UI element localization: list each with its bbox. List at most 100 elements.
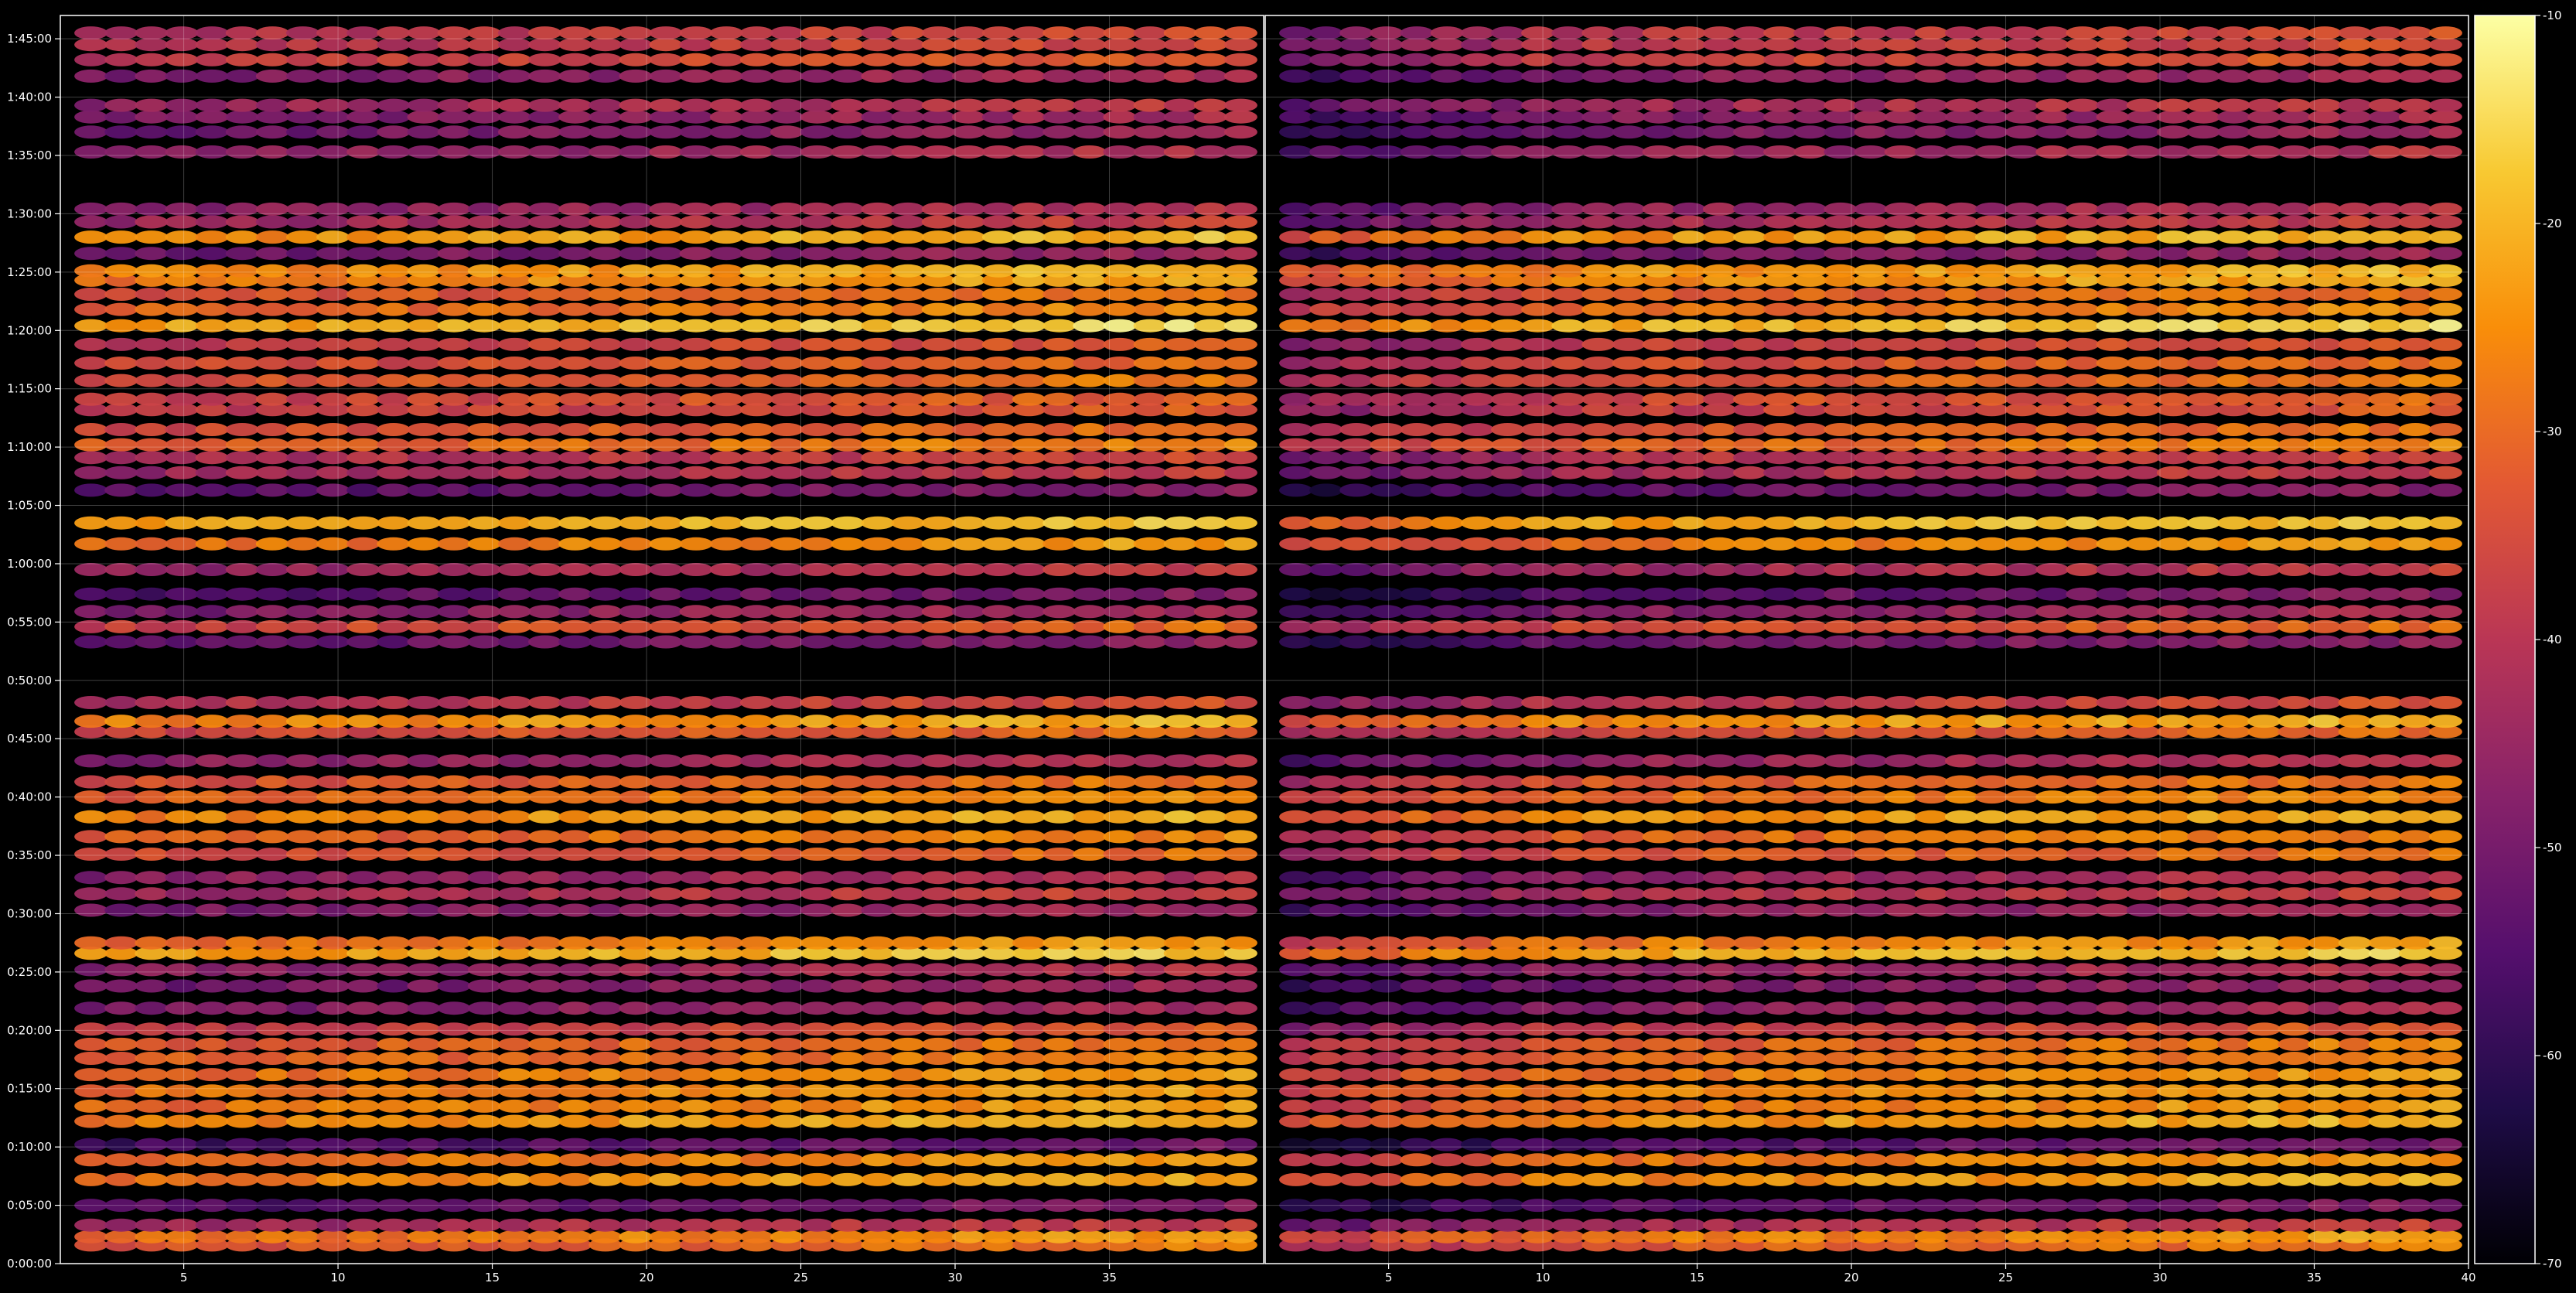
heatmap-cell xyxy=(1581,145,1616,159)
heatmap-cell xyxy=(1642,264,1676,278)
heatmap-cell xyxy=(2186,288,2220,301)
heatmap-cell xyxy=(770,374,804,387)
heatmap-cell xyxy=(1073,247,1107,261)
heatmap-cell xyxy=(528,1022,561,1036)
heatmap-cell xyxy=(1193,357,1227,370)
heatmap-cell xyxy=(1133,830,1167,844)
heatmap-cell xyxy=(2096,936,2130,950)
heatmap-cell xyxy=(831,337,865,351)
heatmap-cell xyxy=(1763,98,1797,112)
heatmap-cell xyxy=(800,1001,834,1015)
heatmap-cell xyxy=(528,145,561,159)
heatmap-cell xyxy=(225,537,259,551)
heatmap-cell xyxy=(2126,563,2160,576)
heatmap-cell xyxy=(2066,936,2100,950)
heatmap-cell xyxy=(2338,98,2372,112)
heatmap-cell xyxy=(1430,392,1464,406)
heatmap-cell xyxy=(1702,810,1736,824)
heatmap-cell xyxy=(2156,53,2190,67)
heatmap-cell xyxy=(1521,483,1555,497)
heatmap-cell xyxy=(1370,69,1404,83)
heatmap-cell xyxy=(286,466,319,479)
heatmap-cell xyxy=(709,230,743,244)
heatmap-cell xyxy=(2398,230,2432,244)
heatmap-cell xyxy=(1612,483,1646,497)
heatmap-cell xyxy=(649,69,683,83)
heatmap-cell xyxy=(195,587,229,601)
heatmap-cell xyxy=(377,605,411,619)
heatmap-cell xyxy=(1824,483,1858,497)
heatmap-cell xyxy=(2277,451,2312,465)
heatmap-cell xyxy=(2368,936,2402,950)
heatmap-cell xyxy=(2398,1218,2432,1232)
heatmap-cell xyxy=(2005,69,2039,83)
heatmap-cell xyxy=(679,1022,713,1036)
heatmap-cell xyxy=(377,1230,411,1244)
heatmap-cell xyxy=(1012,466,1046,479)
heatmap-cell xyxy=(649,936,683,950)
heatmap-cell xyxy=(1133,288,1167,301)
heatmap-cell xyxy=(1733,696,1766,709)
heatmap-cell xyxy=(2126,438,2160,452)
heatmap-cell xyxy=(255,871,289,885)
heatmap-cell xyxy=(1400,1172,1434,1186)
heatmap-cell xyxy=(2035,1114,2069,1128)
heatmap-cell xyxy=(225,374,259,387)
heatmap-cell xyxy=(528,451,561,465)
heatmap-cell xyxy=(951,587,985,601)
heatmap-cell xyxy=(1551,587,1585,601)
heatmap-cell xyxy=(437,1052,471,1065)
heatmap-cell xyxy=(861,247,895,261)
heatmap-cell xyxy=(1551,288,1585,301)
heatmap-cell xyxy=(589,264,623,278)
heatmap-cell xyxy=(709,215,743,229)
heatmap-cell xyxy=(1012,288,1046,301)
heatmap-cell xyxy=(104,1114,138,1128)
heatmap-cell xyxy=(770,337,804,351)
heatmap-cell xyxy=(437,302,471,316)
heatmap-cell xyxy=(1793,1099,1827,1113)
heatmap-cell xyxy=(286,903,319,917)
heatmap-cell xyxy=(981,830,1015,844)
heatmap-cell xyxy=(165,537,199,551)
heatmap-cell xyxy=(2368,1084,2402,1098)
heatmap-cell xyxy=(255,1218,289,1232)
heatmap-cell xyxy=(1309,775,1343,789)
heatmap-cell xyxy=(2126,98,2160,112)
heatmap-cell xyxy=(2096,1172,2130,1186)
heatmap-cell xyxy=(104,26,138,40)
heatmap-cell xyxy=(709,963,743,977)
heatmap-cell xyxy=(2338,145,2372,159)
heatmap-cell xyxy=(1944,264,1978,278)
heatmap-cell xyxy=(316,903,350,917)
heatmap-cell xyxy=(1672,438,1706,452)
heatmap-cell xyxy=(407,38,441,52)
heatmap-cell xyxy=(2368,1153,2402,1167)
heatmap-cell xyxy=(649,1068,683,1082)
heatmap-cell xyxy=(1400,963,1434,977)
heatmap-cell xyxy=(2308,754,2342,768)
heatmap-cell xyxy=(1884,963,1918,977)
heatmap-cell xyxy=(1339,98,1373,112)
heatmap-cell xyxy=(286,830,319,844)
heatmap-cell xyxy=(2338,69,2372,83)
heatmap-cell xyxy=(74,302,108,316)
heatmap-cell xyxy=(921,451,955,465)
heatmap-cell xyxy=(255,635,289,649)
heatmap-cell xyxy=(800,423,834,436)
heatmap-cell xyxy=(2277,1153,2312,1167)
heatmap-cell xyxy=(195,775,229,789)
heatmap-cell xyxy=(831,936,865,950)
heatmap-cell xyxy=(74,423,108,436)
heatmap-cell xyxy=(1491,754,1524,768)
heatmap-cell xyxy=(1339,392,1373,406)
heatmap-cell xyxy=(255,516,289,530)
heatmap-cell xyxy=(255,423,289,436)
heatmap-cell xyxy=(346,26,380,40)
heatmap-cell xyxy=(2277,587,2312,601)
heatmap-cell xyxy=(1793,451,1827,465)
heatmap-cell xyxy=(407,936,441,950)
heatmap-cell xyxy=(1672,302,1706,316)
heatmap-cell xyxy=(1793,1114,1827,1128)
heatmap-cell xyxy=(1460,438,1494,452)
